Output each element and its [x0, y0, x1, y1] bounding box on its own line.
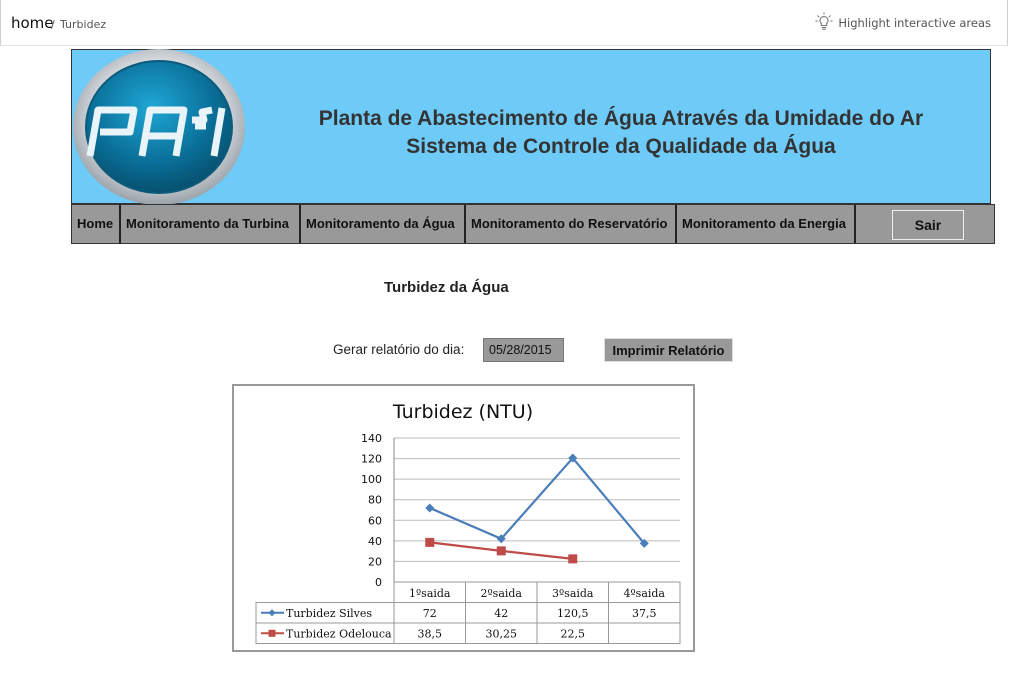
- category-label: 4ºsaida: [624, 587, 666, 600]
- y-tick-label: 20: [368, 555, 382, 568]
- legend-key-marker-1: [268, 629, 276, 637]
- nav-reservoir-monitoring[interactable]: Monitoramento do Reservatório: [466, 205, 677, 243]
- breadcrumb-current: Turbidez: [60, 18, 107, 31]
- data-value-label: 38,5: [418, 627, 443, 640]
- chart-title: Turbidez (NTU): [392, 401, 533, 423]
- legend-label-0: Turbidez Silves: [286, 607, 372, 620]
- print-report-button[interactable]: Imprimir Relatório: [604, 338, 733, 362]
- y-tick-label: 40: [368, 535, 382, 548]
- nav-home[interactable]: Home: [72, 205, 121, 243]
- y-tick-label: 140: [361, 432, 382, 445]
- nav-energy-monitoring[interactable]: Monitoramento da Energia: [677, 205, 856, 243]
- data-value-label: 22,5: [561, 627, 586, 640]
- series-point-0: [425, 503, 435, 513]
- category-label: 3ºsaida: [552, 587, 594, 600]
- turbidity-chart: Turbidez (NTU) 0 20 40 60 80 100 120 140 1ºsaida 2…: [232, 384, 695, 652]
- data-value-label: 72: [423, 607, 437, 620]
- y-tick-label: 80: [368, 494, 382, 507]
- top-bar: home / Turbidez Highlight interactive ar…: [0, 0, 1008, 46]
- breadcrumb-separator: /: [51, 18, 55, 31]
- site-banner: Planta de Abastecimento de Água Através …: [71, 48, 991, 206]
- turbidity-chart-svg: Turbidez (NTU) 0 20 40 60 80 100 120 140 1ºsaida 2…: [255, 401, 681, 644]
- series-point-1: [568, 554, 578, 564]
- series-line-0: [429, 456, 646, 545]
- y-tick-label: 120: [361, 453, 382, 466]
- breadcrumb-home[interactable]: home: [11, 14, 54, 32]
- banner-title-line1: Planta de Abastecimento de Água Através …: [318, 107, 924, 130]
- highlight-interactive-toggle[interactable]: Highlight interactive areas: [815, 12, 991, 34]
- y-tick-label: 0: [375, 576, 382, 589]
- series-point-1: [496, 546, 506, 556]
- pa31-logo: [72, 48, 247, 206]
- category-label: 1ºsaida: [409, 587, 451, 600]
- banner-title-line2: Sistema de Controle da Qualidade da Água: [406, 135, 836, 158]
- report-date-label: Gerar relatório do dia:: [333, 342, 465, 357]
- banner-title: Planta de Abastecimento de Água Através …: [252, 105, 990, 161]
- data-value-label: 42: [494, 607, 508, 620]
- y-tick-label: 100: [361, 473, 382, 486]
- data-value-label: 30,25: [486, 627, 518, 640]
- page-title: Turbidez da Água: [384, 279, 509, 296]
- data-value-label: 120,5: [557, 607, 589, 620]
- legend-label-1: Turbidez Odelouca: [286, 627, 392, 640]
- report-date-input[interactable]: [483, 338, 564, 362]
- main-nav: Home Monitoramento da Turbina Monitorame…: [71, 204, 995, 244]
- y-tick-label: 60: [368, 514, 382, 527]
- highlight-toggle-label: Highlight interactive areas: [838, 16, 991, 30]
- legend-key-marker-0: [268, 609, 276, 617]
- nav-turbine-monitoring[interactable]: Monitoramento da Turbina: [121, 205, 301, 243]
- category-label: 2ºsaida: [481, 587, 523, 600]
- logout-button[interactable]: Sair: [892, 210, 964, 240]
- nav-water-monitoring[interactable]: Monitoramento da Água: [301, 205, 466, 243]
- lightbulb-icon: [815, 12, 833, 35]
- data-value-label: 37,5: [632, 607, 657, 620]
- series-point-1: [425, 537, 435, 547]
